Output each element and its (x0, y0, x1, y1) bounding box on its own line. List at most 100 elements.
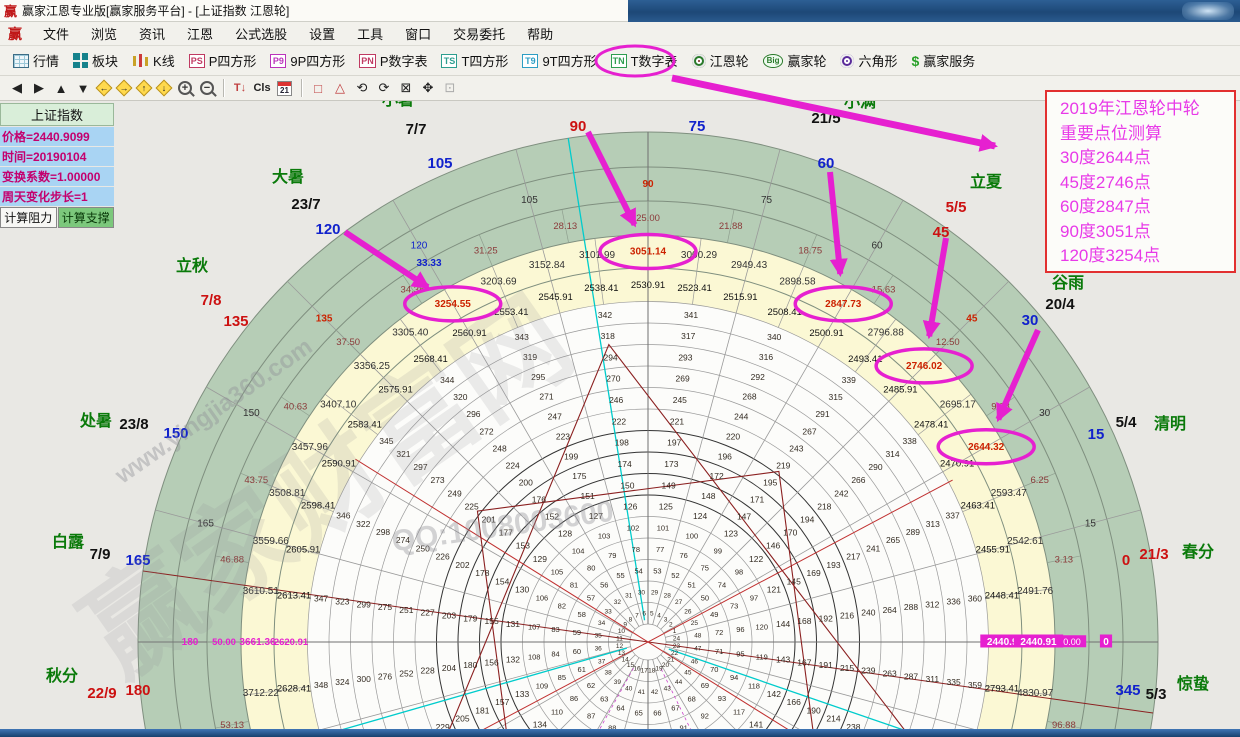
toolbar-item-sectors[interactable]: 板块 (66, 51, 125, 70)
svg-text:148: 148 (701, 491, 715, 501)
svg-text:106: 106 (536, 593, 549, 602)
calendar-button[interactable]: 21 (277, 81, 292, 96)
rotate-cw-button[interactable]: ⟳ (373, 78, 395, 99)
time-axis-button[interactable]: T↓ (229, 78, 251, 99)
draw-rect-button[interactable]: □ (307, 78, 329, 99)
svg-text:154: 154 (495, 576, 509, 586)
svg-text:8: 8 (629, 616, 633, 623)
svg-text:55: 55 (616, 571, 624, 580)
svg-text:90: 90 (642, 179, 654, 190)
nav-right-button[interactable]: ▶ (28, 78, 50, 99)
svg-text:33.33: 33.33 (416, 258, 441, 269)
toolbar-item-label: 赢家服务 (923, 51, 975, 70)
menu-item-4[interactable]: 公式选股 (224, 24, 298, 43)
pan-right-button[interactable]: → (116, 80, 133, 97)
svg-text:290: 290 (868, 462, 882, 472)
svg-text:2545.91: 2545.91 (538, 292, 572, 303)
menu-item-3[interactable]: 江恩 (176, 24, 224, 43)
nav-left-button[interactable]: ◀ (6, 78, 28, 99)
delete-box-button[interactable]: ⊠ (395, 78, 417, 99)
svg-text:90: 90 (570, 118, 587, 135)
svg-text:73: 73 (730, 602, 738, 611)
toolbar-item-p-table[interactable]: PNP数字表 (352, 51, 434, 70)
menu-item-5[interactable]: 设置 (298, 24, 346, 43)
svg-text:2793.41: 2793.41 (985, 684, 1019, 695)
toolbar-item-t-table[interactable]: TNT数字表 (604, 51, 685, 70)
rotate-ccw-button[interactable]: ⟲ (351, 78, 373, 99)
draw-triangle-button[interactable]: △ (329, 78, 351, 99)
toolbar-item-label: 行情 (33, 51, 59, 70)
svg-text:9.38: 9.38 (991, 401, 1010, 412)
nav-down-button[interactable]: ▼ (72, 78, 94, 99)
svg-text:93: 93 (718, 694, 726, 703)
svg-text:348: 348 (314, 680, 328, 690)
svg-text:23/8: 23/8 (119, 416, 148, 433)
svg-text:173: 173 (664, 459, 678, 469)
toolbar-item-label: 赢家轮 (787, 51, 826, 70)
svg-text:5/3: 5/3 (1146, 686, 1167, 703)
menu-item-2[interactable]: 资讯 (128, 24, 176, 43)
svg-text:7/7: 7/7 (406, 121, 427, 138)
svg-text:130: 130 (515, 585, 529, 595)
svg-text:60: 60 (871, 241, 883, 252)
menu-item-1[interactable]: 浏览 (80, 24, 128, 43)
menu-item-9[interactable]: 帮助 (516, 24, 564, 43)
screen-button[interactable]: ⊡ (439, 78, 461, 99)
svg-text:174: 174 (618, 459, 632, 469)
svg-text:2440.91: 2440.91 (1020, 637, 1057, 648)
app-window: 赢 赢家江恩专业版[赢家服务平台] - [上证指数 江恩轮] 赢 文件浏览资讯江… (0, 0, 1240, 737)
toolbar-item-t-square[interactable]: TST四方形 (434, 51, 515, 70)
zoom-in-button[interactable]: + (178, 81, 192, 95)
menu-item-8[interactable]: 交易委托 (442, 24, 516, 43)
svg-text:75: 75 (701, 563, 709, 572)
menu-item-7[interactable]: 窗口 (394, 24, 442, 43)
toolbar-item-p-square[interactable]: PSP四方形 (182, 51, 264, 70)
fit-button[interactable]: ✥ (417, 78, 439, 99)
svg-text:3152.84: 3152.84 (529, 260, 566, 271)
menu-item-6[interactable]: 工具 (346, 24, 394, 43)
cls-button[interactable]: Cls (251, 78, 273, 99)
toolbar-item-hexagon[interactable]: 六角形 (833, 51, 904, 70)
main-toolbar: 行情板块K线PSP四方形P99P四方形PNP数字表TST四方形T99T四方形TN… (0, 46, 1240, 76)
calc-resistance-button[interactable]: 计算阻力 (0, 207, 57, 228)
svg-text:清明: 清明 (1154, 415, 1186, 433)
svg-text:74: 74 (718, 581, 726, 590)
toolbar-item-gann-wheel[interactable]: 江恩轮 (685, 51, 756, 70)
svg-text:126: 126 (623, 502, 637, 512)
zoom-out-button[interactable]: − (200, 81, 214, 95)
svg-text:3712.22: 3712.22 (243, 688, 280, 699)
toolbar-item-9p-square[interactable]: P99P四方形 (263, 51, 352, 70)
svg-text:298: 298 (376, 527, 390, 537)
svg-text:87: 87 (587, 711, 595, 720)
pan-left-button[interactable]: ← (96, 80, 113, 97)
pan-down-button[interactable]: ↓ (156, 80, 173, 97)
info-panel-rows: 价格=2440.9099时间=20190104变换系数=1.00000周天变化步… (0, 127, 114, 206)
svg-text:122: 122 (749, 554, 763, 564)
svg-text:133: 133 (515, 689, 529, 699)
svg-text:227: 227 (421, 608, 435, 618)
svg-text:175: 175 (572, 471, 586, 481)
svg-text:265: 265 (886, 535, 900, 545)
svg-text:39: 39 (614, 679, 622, 686)
svg-text:32: 32 (614, 599, 622, 606)
svg-text:134: 134 (533, 720, 547, 729)
svg-text:117: 117 (733, 707, 745, 716)
svg-text:125: 125 (659, 502, 673, 512)
calc-support-button[interactable]: 计算支撑 (58, 207, 115, 228)
toolbar-item-quotes[interactable]: 行情 (6, 51, 66, 70)
svg-text:58: 58 (578, 610, 586, 619)
svg-text:229: 229 (436, 722, 450, 729)
toolbar-item-9t-square[interactable]: T99T四方形 (515, 51, 603, 70)
hexagon-icon (840, 54, 854, 68)
pan-up-button[interactable]: ↑ (136, 80, 153, 97)
nav-up-button[interactable]: ▲ (50, 78, 72, 99)
toolbar-item-kline[interactable]: K线 (125, 51, 182, 70)
svg-text:105: 105 (521, 195, 538, 206)
svg-text:23: 23 (673, 643, 681, 650)
svg-text:50: 50 (701, 594, 709, 603)
toolbar-item-winner-wheel[interactable]: Big赢家轮 (756, 51, 834, 70)
menu-item-0[interactable]: 文件 (32, 24, 80, 43)
toolbar-item-winner-service[interactable]: $赢家服务 (905, 51, 983, 70)
toolbar-separator (301, 79, 302, 97)
instrument-title: 上证指数 (0, 103, 114, 126)
